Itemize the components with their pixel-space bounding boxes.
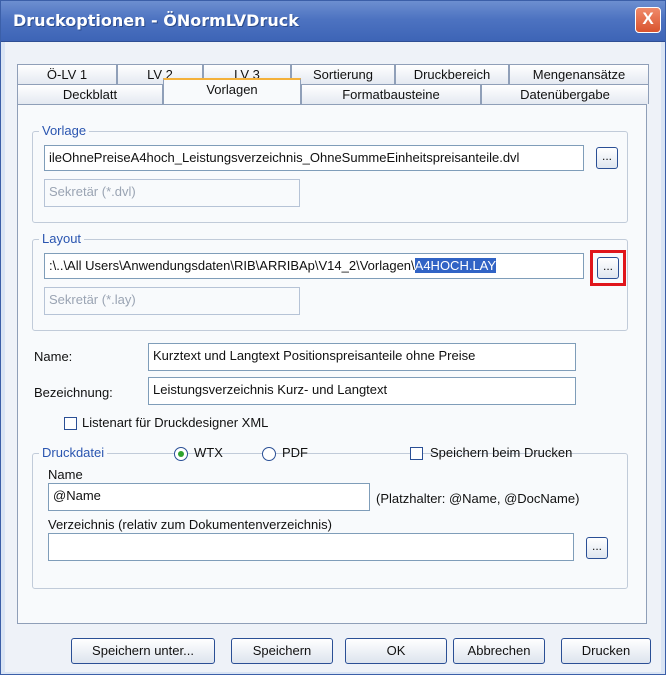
name-label: Name: <box>34 349 73 364</box>
window-title: Druckoptionen - ÖNormLVDruck <box>13 11 299 30</box>
tab-deckblatt[interactable]: Deckblatt <box>17 84 163 104</box>
wtx-radio[interactable] <box>174 447 188 461</box>
bezeichnung-label: Bezeichnung: <box>34 385 113 400</box>
druckdatei-group-label: Druckdatei <box>39 445 108 460</box>
tab-oe-lv1[interactable]: Ö-LV 1 <box>17 64 117 84</box>
listenart-checkbox[interactable] <box>64 417 77 430</box>
wtx-radio-dot <box>178 451 184 457</box>
cancel-button[interactable]: Abbrechen <box>453 638 545 664</box>
druckdatei-name-field[interactable]: @Name <box>48 483 370 511</box>
title-bar[interactable]: Druckoptionen - ÖNormLVDruck X <box>1 1 665 42</box>
vorlage-path-field[interactable]: ileOhnePreiseA4hoch_Leistungsverzeichnis… <box>44 145 584 171</box>
bezeichnung-field[interactable]: Leistungsverzeichnis Kurz- und Langtext <box>148 377 576 405</box>
placeholder-hint: (Platzhalter: @Name, @DocName) <box>376 491 580 506</box>
layout-group-label: Layout <box>39 231 85 246</box>
save-as-button[interactable]: Speichern unter... <box>71 638 215 664</box>
directory-label: Verzeichnis (relativ zum Dokumentenverze… <box>48 517 332 532</box>
pdf-radio-label: PDF <box>282 445 308 460</box>
vorlage-filter-field: Sekretär (*.dvl) <box>44 179 300 207</box>
dialog-client: Ö-LV 1 LV 2 LV 3 Sortierung Druckbereich… <box>5 42 661 672</box>
druckdatei-name-label: Name <box>48 467 83 482</box>
tab-sortierung[interactable]: Sortierung <box>291 64 395 84</box>
ok-button[interactable]: OK <box>345 638 447 664</box>
name-field[interactable]: Kurztext und Langtext Positionspreisante… <box>148 343 576 371</box>
tab-formatbausteine[interactable]: Formatbausteine <box>301 84 481 104</box>
vorlagen-panel: Vorlage ileOhnePreiseA4hoch_Leistungsver… <box>17 104 647 624</box>
save-button[interactable]: Speichern <box>231 638 333 664</box>
tab-vorlagen[interactable]: Vorlagen <box>163 78 301 104</box>
directory-browse-button[interactable]: ... <box>586 537 608 559</box>
print-button[interactable]: Drucken <box>561 638 651 664</box>
layout-path-selected: A4HOCH.LAY <box>414 258 497 273</box>
layout-browse-button[interactable]: ... <box>597 257 619 279</box>
tab-druckbereich[interactable]: Druckbereich <box>395 64 509 84</box>
vorlage-browse-button[interactable]: ... <box>596 147 618 169</box>
directory-field[interactable] <box>48 533 574 561</box>
save-on-print-checkbox[interactable] <box>410 447 423 460</box>
dialog-window: Druckoptionen - ÖNormLVDruck X Ö-LV 1 LV… <box>0 0 666 675</box>
close-icon[interactable]: X <box>635 7 661 33</box>
tab-mengenansaetze[interactable]: Mengenansätze <box>509 64 649 84</box>
layout-filter-field: Sekretär (*.lay) <box>44 287 300 315</box>
tab-datenuebergabe[interactable]: Datenübergabe <box>481 84 649 104</box>
listenart-label: Listenart für Druckdesigner XML <box>82 415 269 430</box>
pdf-radio[interactable] <box>262 447 276 461</box>
wtx-radio-label: WTX <box>194 445 223 460</box>
tab-strip: Ö-LV 1 LV 2 LV 3 Sortierung Druckbereich… <box>5 42 661 104</box>
layout-path-prefix: :\..\All Users\Anwendungsdaten\RIB\ARRIB… <box>49 258 415 273</box>
layout-path-field[interactable]: :\..\All Users\Anwendungsdaten\RIB\ARRIB… <box>44 253 584 279</box>
save-on-print-label: Speichern beim Drucken <box>430 445 573 460</box>
vorlage-group-label: Vorlage <box>39 123 90 138</box>
